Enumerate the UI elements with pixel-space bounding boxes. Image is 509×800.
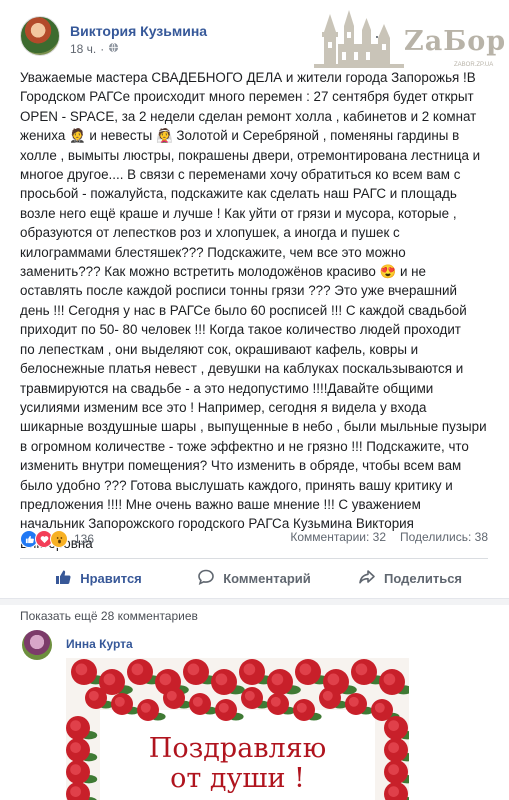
post-text-line: заменить??? Как можно встретить молодожё… xyxy=(20,264,426,280)
like-button[interactable]: Нравится xyxy=(20,561,176,595)
commenter-name[interactable]: Инна Курта xyxy=(66,637,133,651)
reactions[interactable]: 136 xyxy=(20,530,94,548)
post-text-line: изменить внутри помещения? Что изменить … xyxy=(20,458,462,474)
greeting-text: Поздравляю от души ! xyxy=(148,733,327,794)
post-text-line: приходит по 50- 80 человек !!! Когда так… xyxy=(20,322,461,338)
comment-icon xyxy=(197,568,215,589)
globe-icon xyxy=(108,42,119,56)
post-text-line: день !!! Сегодня у нас в РАГСе было 60 р… xyxy=(20,302,467,318)
action-bar: Нравится Комментарий Поделиться xyxy=(20,561,488,595)
author-block: Виктория Кузьмина 18 ч. · xyxy=(70,16,207,56)
author-name[interactable]: Виктория Кузьмина xyxy=(70,23,207,39)
post-text-line: белоснежные платья невест , девушки на к… xyxy=(20,361,464,377)
post-time[interactable]: 18 ч. xyxy=(70,42,96,56)
commenter-avatar[interactable] xyxy=(22,630,52,660)
post-meta: 18 ч. · xyxy=(70,42,207,56)
watermark-brand: ZaБор xyxy=(404,26,507,57)
post-text: Уважаемые мастера СВАДЕБНОГО ДЕЛА и жите… xyxy=(20,68,496,553)
like-label: Нравится xyxy=(80,570,142,586)
reaction-count: 136 xyxy=(74,532,95,546)
wow-icon xyxy=(50,530,68,548)
post-text-line: усилиями изменим все это ! Например, сег… xyxy=(20,399,427,415)
comment-button[interactable]: Комментарий xyxy=(176,561,332,595)
author-avatar[interactable] xyxy=(20,16,60,56)
shares-count[interactable]: Поделились: 38 xyxy=(400,530,488,544)
comment-label: Комментарий xyxy=(223,570,311,586)
separator-dot: · xyxy=(100,42,105,56)
post-text-line: многое другое.... В связи с переменами х… xyxy=(20,167,461,183)
post-text-line: Уважаемые мастера СВАДЕБНОГО ДЕЛА и жите… xyxy=(20,70,476,85)
share-button[interactable]: Поделиться xyxy=(332,561,488,595)
post-text-line: возле него ещё краше и лучше ! Как уйти … xyxy=(20,205,457,221)
post-text-line: было удобно ??? Готова выслушать каждого… xyxy=(20,477,453,493)
post-stats: 136 Комментарии: 32 Поделились: 38 xyxy=(20,530,488,548)
post-text-line: жениха 🤵 и невесты 👰 Золотой и Серебряно… xyxy=(20,128,460,144)
post-text-line: Городском РАГСе происходит много перемен… xyxy=(20,89,474,105)
comment-greeting-card-image[interactable]: Поздравляю от души ! xyxy=(66,658,409,800)
thumbs-up-icon xyxy=(54,568,72,589)
comments-count[interactable]: Комментарии: 32 xyxy=(290,530,386,544)
post-text-line: по лепесткам , они выделяют сок, окрашив… xyxy=(20,341,419,357)
post-text-line: холле , вымыты люстры, покрашены двери, … xyxy=(20,147,481,163)
post-text-line: просьбой - пожалуйста, подскажите как сд… xyxy=(20,186,457,202)
post-text-line: оставлять после каждой росписи тонны гря… xyxy=(20,283,457,299)
divider xyxy=(20,558,488,559)
post-text-line: предложения !!!! Мне очень важно ваше мн… xyxy=(20,496,421,512)
post-text-line: травмируются на свадьбе - а это недопуст… xyxy=(20,380,434,396)
show-more-comments-link[interactable]: Показать ещё 28 комментариев xyxy=(20,609,198,623)
share-icon xyxy=(358,568,376,589)
castle-icon xyxy=(314,10,404,68)
post-text-line: килограммами блестяшек??? Подскажите, че… xyxy=(20,244,406,260)
post-text-line: в огромном количестве - тоже эффектно и … xyxy=(20,438,469,454)
post-text-line: шикарные воздушные шары , выпущенные в н… xyxy=(20,419,487,435)
engagement-counts: Комментарии: 32 Поделились: 38 xyxy=(290,530,488,544)
post-text-line: образуются от лепестков роз и хлопушек, … xyxy=(20,225,400,241)
facebook-post: Виктория Кузьмина 18 ч. · ··· xyxy=(0,0,509,800)
watermark-logo: ZaБор ZABOR.ZP.UA xyxy=(314,8,507,70)
post-text-line: OPEN - SPACE, за 2 недели сделан ремонт … xyxy=(20,108,477,124)
post-header: Виктория Кузьмина 18 ч. · xyxy=(20,16,207,60)
share-label: Поделиться xyxy=(383,570,463,586)
section-separator xyxy=(0,598,509,605)
post-body: Уважаемые мастера СВАДЕБНОГО ДЕЛА и жите… xyxy=(20,68,496,553)
